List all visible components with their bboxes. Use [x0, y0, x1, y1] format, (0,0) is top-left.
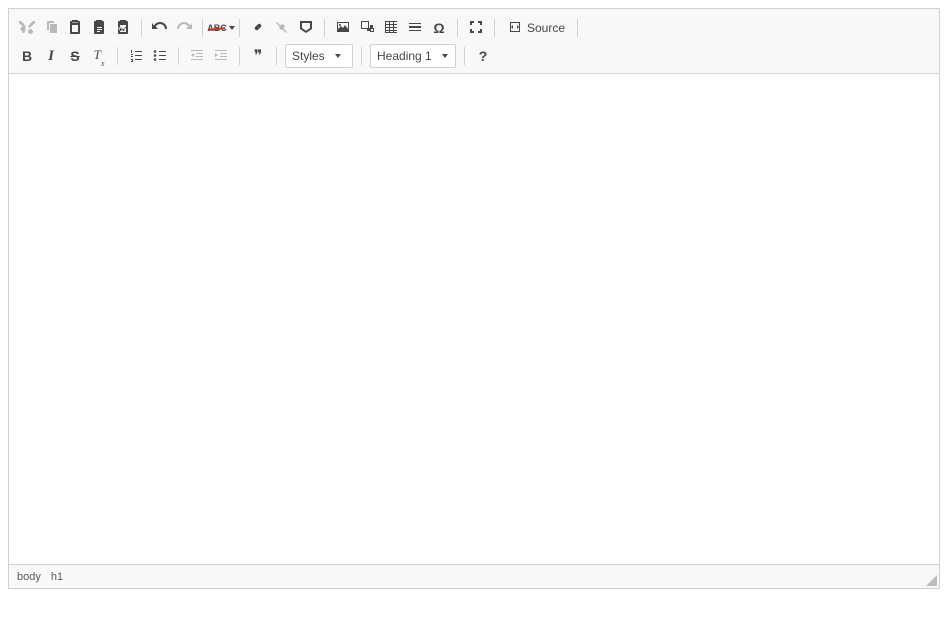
separator [239, 47, 240, 65]
ul-button[interactable] [148, 44, 172, 68]
indent-icon [213, 47, 229, 66]
chevron-down-icon [229, 26, 235, 30]
hr-icon [407, 19, 423, 38]
image-button[interactable] [331, 16, 355, 40]
remove-format-icon: Tx [94, 47, 105, 65]
indent-button [209, 44, 233, 68]
italic-button[interactable]: I [39, 44, 63, 68]
table-icon [383, 19, 399, 38]
format-combo[interactable]: Heading 1 [370, 44, 456, 68]
separator [141, 19, 142, 37]
source-label: Source [527, 21, 565, 35]
styles-combo[interactable]: Styles [285, 44, 353, 68]
spellcheck-button[interactable]: ABC [209, 16, 233, 40]
embed-button[interactable] [355, 16, 379, 40]
statusbar: body h1 [9, 564, 939, 588]
strike-button[interactable]: S [63, 44, 87, 68]
embed-icon [359, 19, 375, 38]
remove-format-button[interactable]: Tx [87, 44, 111, 68]
ul-icon [152, 47, 168, 66]
about-button[interactable]: ? [471, 44, 495, 68]
image-icon [335, 19, 351, 38]
undo-button[interactable] [148, 16, 172, 40]
paste-text-icon [91, 19, 107, 38]
separator [324, 19, 325, 37]
chevron-down-icon [442, 54, 448, 58]
toolbar-row-2: B I S Tx [13, 43, 935, 73]
separator [276, 47, 277, 65]
editor-container: ABC [8, 8, 940, 589]
outdent-icon [189, 47, 205, 66]
help-icon: ? [479, 48, 488, 64]
ol-button[interactable] [124, 44, 148, 68]
separator [117, 47, 118, 65]
spellcheck-icon: ABC [207, 24, 227, 33]
link-icon [250, 19, 266, 38]
separator [464, 47, 465, 65]
link-button[interactable] [246, 16, 270, 40]
italic-icon: I [48, 48, 54, 65]
cut-icon [19, 19, 35, 38]
resize-handle[interactable] [926, 575, 937, 586]
paste-word-icon [115, 19, 131, 38]
separator [494, 19, 495, 37]
table-button[interactable] [379, 16, 403, 40]
separator [457, 19, 458, 37]
paste-icon [67, 19, 83, 38]
separator [239, 19, 240, 37]
anchor-icon [298, 19, 314, 38]
bold-icon: B [22, 48, 32, 64]
redo-icon [176, 19, 192, 38]
elements-path-body[interactable]: body [17, 571, 41, 583]
toolbar-row-1: ABC [13, 13, 935, 43]
source-icon [507, 19, 523, 38]
anchor-button[interactable] [294, 16, 318, 40]
separator [361, 47, 362, 65]
paste-word-button[interactable] [111, 16, 135, 40]
outdent-button [185, 44, 209, 68]
redo-button [172, 16, 196, 40]
separator [202, 19, 203, 37]
specialchar-button[interactable]: Ω [427, 16, 451, 40]
editor-content[interactable] [9, 74, 939, 564]
omega-icon: Ω [433, 20, 444, 36]
copy-button [39, 16, 63, 40]
blockquote-button[interactable]: ❞ [246, 44, 270, 68]
ol-icon [128, 47, 144, 66]
separator [577, 19, 578, 37]
unlink-button [270, 16, 294, 40]
paste-text-button[interactable] [87, 16, 111, 40]
paste-button[interactable] [63, 16, 87, 40]
maximize-icon [468, 19, 484, 38]
format-combo-label: Heading 1 [377, 49, 432, 63]
styles-combo-label: Styles [292, 49, 325, 63]
maximize-button[interactable] [464, 16, 488, 40]
hr-button[interactable] [403, 16, 427, 40]
bold-button[interactable]: B [15, 44, 39, 68]
toolbar: ABC [9, 9, 939, 74]
strike-icon: S [70, 48, 79, 64]
copy-icon [43, 19, 59, 38]
separator [178, 47, 179, 65]
undo-icon [152, 19, 168, 38]
blockquote-icon: ❞ [254, 46, 263, 66]
cut-button [15, 16, 39, 40]
elements-path-h1[interactable]: h1 [51, 571, 63, 583]
source-button[interactable]: Source [501, 16, 571, 40]
chevron-down-icon [335, 54, 341, 58]
unlink-icon [274, 19, 290, 38]
